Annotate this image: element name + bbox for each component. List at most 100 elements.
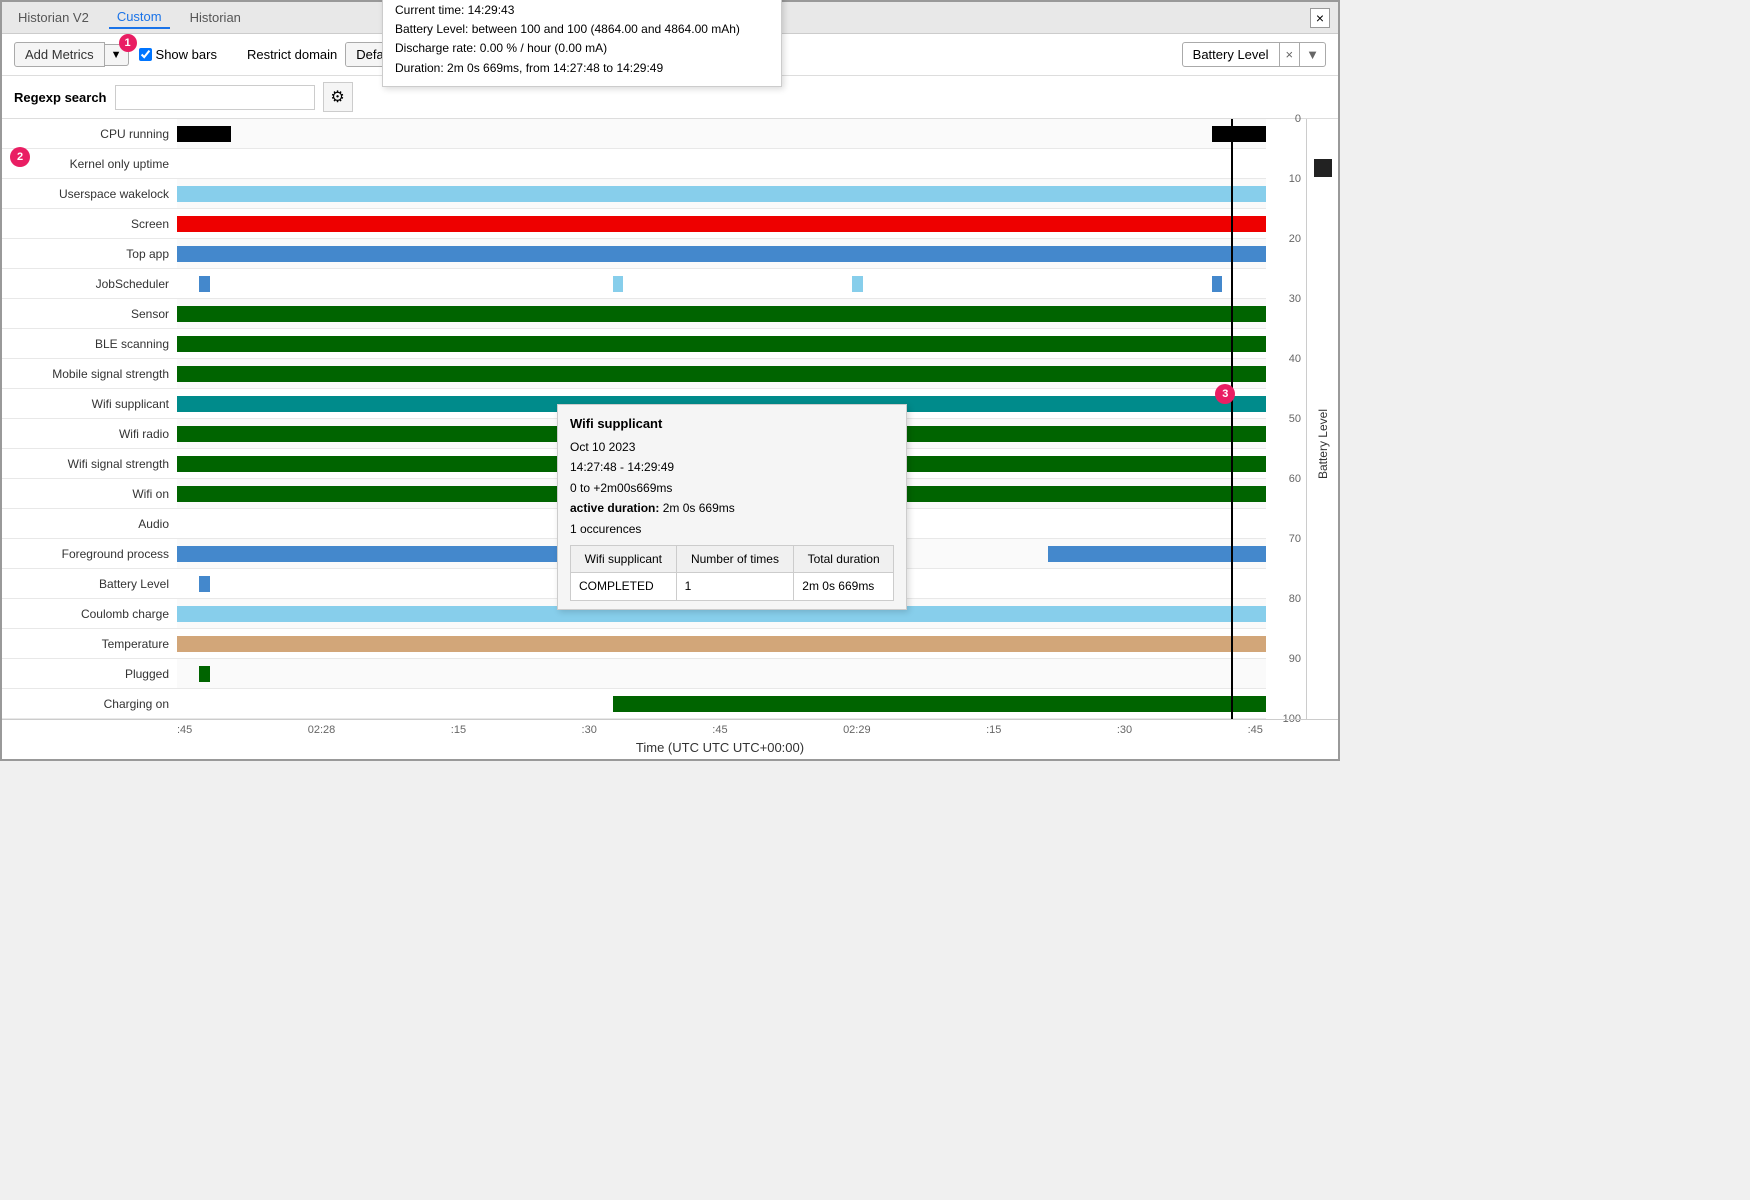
tooltip-bottom-offset: 0 to +2m00s669ms [570,478,894,498]
tooltip-bottom-active-duration: active duration: 2m 0s 669ms [570,498,894,518]
chart-label-row: Charging on [2,689,177,719]
label-rows: CPU runningKernel only uptimeUserspace w… [2,119,177,719]
chart-data-row [177,149,1266,179]
metric-label: Sensor [2,307,177,321]
table-header-0: Wifi supplicant [571,546,677,573]
y-tick-label: 10 [1289,173,1301,185]
show-bars-checkbox[interactable] [139,48,152,61]
chart-label-row: BLE scanning [2,329,177,359]
active-duration-value: 2m 0s 669ms [663,501,735,515]
metric-label: BLE scanning [2,337,177,351]
y-tick-label: 30 [1289,293,1301,305]
chart-data-row [177,659,1266,689]
main-window: Historian V2 Custom Historian × Add Metr… [0,0,1340,761]
chart-data-row [177,629,1266,659]
table-cell: 1 [676,573,794,600]
metric-bar [177,246,1266,262]
metric-label: Foreground process [2,547,177,561]
metric-bar [199,666,210,682]
metric-label: Charging on [2,697,177,711]
y-tick-label: 80 [1289,593,1301,605]
tooltip-line3: Discharge rate: 0.00 % / hour (0.00 mA) [395,39,769,58]
window-close-button[interactable]: × [1310,8,1330,28]
y-tick-label: 70 [1289,533,1301,545]
table-cell: 2m 0s 669ms [794,573,894,600]
battery-level-dropdown[interactable]: ▼ [1299,43,1325,66]
chart-label-row: Foreground process [2,539,177,569]
y-tick-label: 50 [1289,413,1301,425]
chart-label-row: Mobile signal strength [2,359,177,389]
metric-bar [199,276,210,292]
chart-main: Wifi supplicant Oct 10 2023 14:27:48 - 1… [177,119,1266,719]
metric-label: Mobile signal strength [2,367,177,381]
chart-data-row [177,119,1266,149]
battery-level-sidebar: Battery Level [1306,119,1338,719]
show-bars-group: Show bars [139,47,217,62]
x-tick-label: :30 [1117,724,1132,736]
add-metrics-group: Add Metrics ▼ 1 [14,42,129,67]
metric-label: Temperature [2,637,177,651]
chart-label-row: Screen [2,209,177,239]
x-axis-label: Time (UTC UTC UTC+00:00) [177,736,1263,759]
regexp-label: Regexp search [14,90,107,105]
chart-label-row: Wifi radio [2,419,177,449]
metric-bar [1212,126,1266,142]
chart-label-row: Sensor [2,299,177,329]
tab-historian-v2[interactable]: Historian V2 [10,7,97,28]
y-axis: 0102030405060708090100 [1266,119,1306,719]
chart-data-row [177,209,1266,239]
chart-label-row: Temperature [2,629,177,659]
metric-bar [177,186,1266,202]
tooltip-line1: Current time: 14:29:43 [395,1,769,20]
battery-sidebar-rect [1314,159,1332,177]
metric-bar [177,126,231,142]
chart-label-row: Userspace wakelock [2,179,177,209]
chart-container: 2 CPU runningKernel only uptimeUserspace… [2,119,1338,719]
regexp-input[interactable] [115,85,315,110]
metric-bar [199,576,210,592]
chart-label-row: Coulomb charge [2,599,177,629]
metric-bar [613,696,1266,712]
restrict-domain-label: Restrict domain [247,47,337,62]
battery-level-remove[interactable]: × [1279,43,1300,66]
metric-label: Battery Level [2,577,177,591]
metric-bar [177,636,1266,652]
x-tick-label: :45 [712,724,727,736]
x-tick-label: :45 [177,724,192,736]
chart-data-row [177,269,1266,299]
tooltip-line4: Duration: 2m 0s 669ms, from 14:27:48 to … [395,59,769,78]
tooltip-table: Wifi supplicant Number of times Total du… [570,545,894,601]
tooltip-occurrences: 1 occurences [570,519,894,539]
tooltip-bottom-date: Oct 10 2023 [570,437,894,457]
tab-custom[interactable]: Custom [109,6,170,29]
y-tick-label: 90 [1289,653,1301,665]
chart-data-row [177,329,1266,359]
x-tick-label: :15 [451,724,466,736]
x-tick-label: :15 [986,724,1001,736]
chart-label-row: Plugged [2,659,177,689]
battery-sidebar-label: Battery Level [1316,409,1330,479]
settings-button[interactable]: ⚙ [323,82,353,112]
show-bars-label: Show bars [156,47,217,62]
metric-bar [613,276,624,292]
metric-bar [1048,546,1266,562]
table-header-1: Number of times [676,546,794,573]
metric-label: Top app [2,247,177,261]
tooltip-line2: Battery Level: between 100 and 100 (4864… [395,20,769,39]
add-metrics-button[interactable]: Add Metrics [14,42,105,67]
tooltip-bottom: Wifi supplicant Oct 10 2023 14:27:48 - 1… [557,404,907,610]
chart-label-row: Wifi on [2,479,177,509]
metric-bar [177,336,1266,352]
chart-label-row: CPU running [2,119,177,149]
chart-label-row: Wifi supplicant [2,389,177,419]
chart-data-row [177,239,1266,269]
x-tick-label: 02:28 [308,724,336,736]
tab-historian[interactable]: Historian [182,7,249,28]
metric-bar [177,306,1266,322]
chart-label-row: Top app [2,239,177,269]
metric-label: Screen [2,217,177,231]
metric-bar [177,366,1266,382]
chart-label-row: Audio [2,509,177,539]
y-tick-label: 60 [1289,473,1301,485]
metric-label: Plugged [2,667,177,681]
